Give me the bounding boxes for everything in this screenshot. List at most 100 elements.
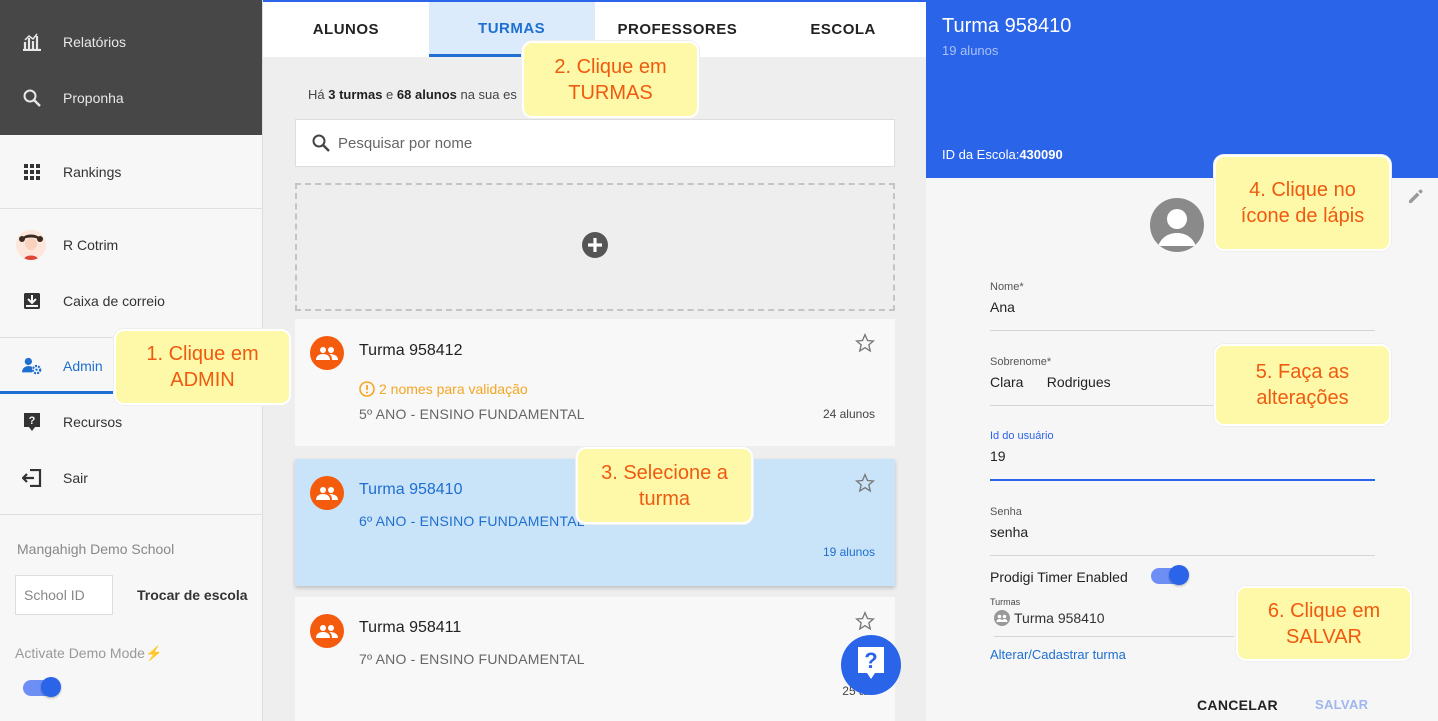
user-name: R Cotrim [63,237,119,253]
school-switcher: School ID Trocar de escola [15,575,262,615]
panel-subtitle: 19 alunos [942,43,999,58]
sidebar-item-label: Admin [63,358,103,374]
demo-mode-label: Activate Demo Mode⚡ [15,645,262,662]
add-circle-icon [581,231,609,264]
group-icon [310,614,344,648]
school-name: Mangahigh Demo School [17,541,175,557]
inbox-icon [22,291,42,311]
last-name-field[interactable]: Sobrenome* Clara Rodrigues [990,356,1213,406]
warning-text: 2 nomes para validação [379,381,528,397]
turmas-value: Turma 958410 [1014,610,1105,626]
sidebar-item-user[interactable]: R Cotrim [0,217,262,273]
timer-toggle[interactable] [1151,565,1189,585]
school-id-label: ID da Escola: [942,147,1020,162]
sidebar-item-rankings[interactable]: Rankings [0,144,262,200]
class-name: Turma 958412 [359,342,463,359]
sidebar-item-label: Relatórios [63,34,127,50]
sidebar-item-mailbox[interactable]: Caixa de correio [0,273,262,329]
field-label: Id do usuário [990,430,1054,442]
callout-step-6: 6. Clique em SALVAR [1236,586,1412,661]
edit-pencil-icon[interactable] [1406,186,1426,211]
sidebar-item-label: Proponha [63,90,124,106]
sidebar-item-label: Rankings [63,164,122,180]
sidebar-item-proponha[interactable]: Proponha [0,70,262,126]
class-name: Turma 958410 [359,481,463,498]
summary-text: e [382,87,397,102]
sidebar-item-relatorios[interactable]: Relatórios [0,14,262,70]
summary-text: Há [308,87,329,102]
field-label: Sobrenome* [990,356,1052,368]
sidebar-item-label: Caixa de correio [63,293,165,309]
tab-alunos[interactable]: ALUNOS [263,2,429,57]
callout-step-4: 4. Clique no ícone de lápis [1214,155,1391,251]
sidebar-top-section: Relatórios Proponha [0,0,262,135]
search-icon [312,134,330,152]
callout-step-3: 3. Selecione a turma [576,447,753,524]
avatar [16,230,46,260]
user-id-field[interactable]: Id do usuário 19 [990,430,1375,481]
warning-icon [359,381,375,397]
class-grade: 5º ANO - ENSINO FUNDAMENTAL [359,406,585,422]
save-button[interactable]: SALVAR [1315,697,1368,712]
callout-step-5: 5. Faça as alterações [1214,344,1391,426]
password-field[interactable]: Senha senha [990,506,1375,556]
search-icon [22,88,42,108]
class-grade: 7º ANO - ENSINO FUNDAMENTAL [359,651,585,667]
logout-icon [22,468,42,488]
class-card[interactable]: Turma 958412 2 nomes para validação 5º A… [295,319,895,446]
sidebar-item-label: Sair [63,470,88,486]
sidebar-item-label: Recursos [63,414,123,430]
class-grade: 6º ANO - ENSINO FUNDAMENTAL [359,513,585,529]
toggle-knob [41,677,61,697]
help-button[interactable]: ? [841,635,901,695]
search-input[interactable]: Pesquisar por nome [295,119,895,167]
summary-students: 68 alunos [396,87,457,102]
demo-mode-toggle[interactable] [23,677,262,697]
svg-text:?: ? [864,648,877,673]
school-id-value: 430090 [1019,147,1063,162]
student-count: 24 alunos [822,407,875,421]
turmas-label: Turmas [990,597,1021,607]
star-icon[interactable] [855,332,875,358]
validation-warning[interactable]: 2 nomes para validação [359,381,528,397]
field-value: 19 [990,448,1375,481]
grid-icon [22,162,42,182]
admin-settings-icon [22,356,42,376]
student-count: 19 alunos [822,545,875,559]
cancel-button[interactable]: CANCELAR [1197,697,1278,713]
demo-mode-text: Activate Demo Mode [15,645,145,661]
toggle-track [1151,565,1189,585]
summary-text: na sua es [456,87,517,102]
star-icon[interactable] [855,472,875,498]
panel-title: Turma 958410 [942,15,1072,37]
lightning-icon: ⚡ [144,645,163,661]
tab-escola[interactable]: ESCOLA [760,2,926,57]
class-name: Turma 958411 [359,619,462,636]
field-value: Clara Rodrigues [990,374,1213,406]
change-class-link[interactable]: Alterar/Cadastrar turma [990,647,1126,662]
help-icon: ? [856,645,886,686]
field-value: Ana [990,299,1375,331]
chart-icon [22,32,42,52]
toggle-track [23,677,61,697]
turmas-chip: Turma 958410 [994,610,1234,637]
school-id-line: ID da Escola:430090 [942,147,1063,162]
group-icon [994,610,1010,626]
school-id-input[interactable]: School ID [15,575,113,615]
add-class-button[interactable] [295,183,895,311]
search-placeholder: Pesquisar por nome [338,134,473,152]
star-icon[interactable] [855,610,875,636]
timer-label: Prodigi Timer Enabled [990,569,1128,585]
callout-step-1: 1. Clique em ADMIN [114,329,291,405]
group-icon [310,336,344,370]
student-avatar-icon [1150,198,1204,252]
class-card[interactable]: Turma 958411 7º ANO - ENSINO FUNDAMENTAL… [295,597,895,721]
change-school-button[interactable]: Trocar de escola [137,587,248,603]
toggle-knob [1169,565,1189,585]
callout-step-2: 2. Clique em TURMAS [522,41,699,118]
help-box-icon: ? [22,412,42,432]
panel-header: Turma 958410 19 alunos ID da Escola:4300… [926,0,1438,178]
summary-classes: 3 turmas [328,87,383,102]
sidebar-item-logout[interactable]: Sair [0,450,262,506]
first-name-field[interactable]: Nome* Ana [990,281,1375,331]
